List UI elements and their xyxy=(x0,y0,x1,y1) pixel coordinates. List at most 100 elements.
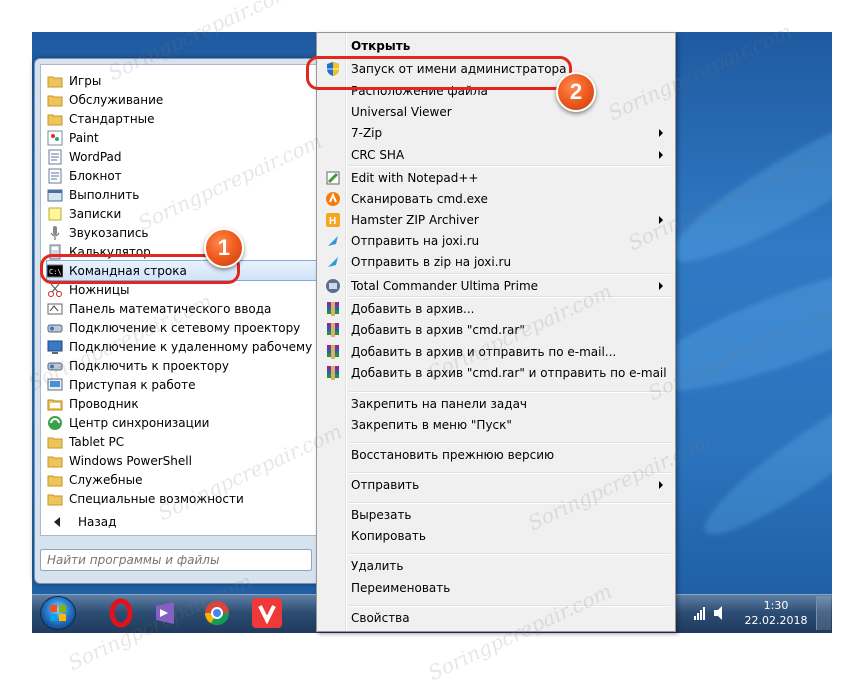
context-menu-label: Edit with Notepad++ xyxy=(351,171,479,185)
callout-badge-1: 1 xyxy=(204,228,244,268)
joxi-icon xyxy=(325,233,341,249)
context-menu-item[interactable]: Копировать xyxy=(319,525,673,547)
search-input[interactable] xyxy=(40,549,312,571)
tray-icons xyxy=(694,606,722,620)
context-menu-label: Отправить xyxy=(351,478,420,492)
context-menu-label: Вырезать xyxy=(351,508,412,522)
program-item[interactable]: Подключение к удаленному рабочему столу xyxy=(47,337,317,356)
taskbar-app[interactable] xyxy=(150,598,180,628)
paint-icon xyxy=(47,130,63,146)
context-menu-item[interactable]: Удалить xyxy=(319,555,673,577)
program-item[interactable]: Выполнить xyxy=(47,185,317,204)
folder-icon xyxy=(47,472,63,488)
context-menu-item[interactable]: Edit with Notepad++ xyxy=(319,167,673,189)
context-menu-label: Добавить в архив "cmd.rar" и отправить п… xyxy=(351,366,667,380)
sticky-notes-icon xyxy=(47,206,63,222)
program-item[interactable]: Проводник xyxy=(47,394,317,413)
program-item[interactable]: Подключить к проектору xyxy=(47,356,317,375)
program-item[interactable]: Служебные xyxy=(47,470,317,489)
program-item[interactable]: Игры xyxy=(47,71,317,90)
program-item[interactable]: Обслуживание xyxy=(47,90,317,109)
program-label: Подключение к удаленному рабочему столу xyxy=(69,339,317,354)
context-menu-item[interactable]: Добавить в архив "cmd.rar" xyxy=(319,319,673,341)
taskbar-app[interactable] xyxy=(202,598,232,628)
program-label: Обслуживание xyxy=(69,92,164,107)
program-item[interactable]: WordPad xyxy=(47,147,317,166)
context-menu-label: Universal Viewer xyxy=(351,105,452,119)
winrar-icon xyxy=(325,365,341,381)
context-menu-item[interactable]: Переименовать xyxy=(319,577,673,599)
context-menu-item[interactable]: Отправить xyxy=(319,474,673,496)
program-item[interactable]: Звукозапись xyxy=(47,223,317,242)
show-desktop-button[interactable] xyxy=(816,596,831,630)
start-button[interactable] xyxy=(40,596,76,630)
context-menu-item[interactable]: Universal Viewer xyxy=(319,101,673,123)
math-input-icon xyxy=(47,301,63,317)
winrar-icon xyxy=(325,322,341,338)
program-item[interactable]: Центр синхронизации xyxy=(47,413,317,432)
program-label: Paint xyxy=(69,130,99,145)
taskbar-app[interactable] xyxy=(106,598,136,628)
context-menu-item[interactable]: Восстановить прежнюю версию xyxy=(319,444,673,466)
context-menu-item[interactable]: Total Commander Ultima Prime xyxy=(319,275,673,297)
program-label: Проводник xyxy=(69,396,139,411)
avast-icon xyxy=(325,191,341,207)
program-label: Записки xyxy=(69,206,122,221)
wordpad-icon xyxy=(47,149,63,165)
context-menu-item[interactable]: Закрепить в меню "Пуск" xyxy=(319,414,673,436)
context-menu-item[interactable]: CRC SHA xyxy=(319,144,673,166)
winrar-icon xyxy=(325,301,341,317)
program-item[interactable]: Специальные возможности xyxy=(47,489,317,508)
program-item[interactable]: Записки xyxy=(47,204,317,223)
network-projector-icon xyxy=(47,320,63,336)
total-commander-icon xyxy=(325,278,341,294)
program-item[interactable]: Панель математического ввода xyxy=(47,299,317,318)
opera-icon xyxy=(109,598,133,628)
folder-icon xyxy=(47,491,63,507)
submenu-arrow-icon xyxy=(659,129,663,137)
context-menu-item[interactable]: H Hamster ZIP Archiver xyxy=(319,209,673,231)
program-label: Подключить к проектору xyxy=(69,358,229,373)
context-menu-item[interactable]: 7-Zip xyxy=(319,122,673,144)
context-menu-label: Восстановить прежнюю версию xyxy=(351,448,555,462)
program-item[interactable]: Paint xyxy=(47,128,317,147)
program-item[interactable]: Подключение к сетевому проектору xyxy=(47,318,317,337)
context-menu-label: Свойства xyxy=(351,611,410,625)
program-label: Панель математического ввода xyxy=(69,301,272,316)
chrome-icon xyxy=(205,601,229,626)
program-item[interactable]: Приступая к работе xyxy=(47,375,317,394)
program-item[interactable]: Стандартные xyxy=(47,109,317,128)
context-menu-label: Сканировать cmd.exe xyxy=(351,192,488,206)
system-tray xyxy=(686,598,736,628)
context-menu-item[interactable]: Добавить в архив "cmd.rar" и отправить п… xyxy=(319,362,673,384)
clock[interactable]: 1:30 22.02.2018 xyxy=(740,598,812,628)
context-menu-item[interactable]: Открыть xyxy=(319,35,673,57)
svg-text:H: H xyxy=(329,216,336,227)
program-item[interactable]: Tablet PC xyxy=(47,432,317,451)
program-label: Стандартные xyxy=(69,111,155,126)
context-menu-item[interactable]: Вырезать xyxy=(319,504,673,526)
context-menu-item[interactable]: Добавить в архив и отправить по e-mail..… xyxy=(319,341,673,363)
program-item[interactable]: Windows PowerShell xyxy=(47,451,317,470)
back-button[interactable]: Назад xyxy=(44,512,314,532)
context-menu-label: Закрепить в меню "Пуск" xyxy=(351,418,512,432)
context-menu-item[interactable]: Отправить на joxi.ru xyxy=(319,230,673,252)
context-menu-label: Закрепить на панели задач xyxy=(351,397,528,411)
submenu-arrow-icon xyxy=(659,151,663,159)
taskbar-app[interactable] xyxy=(252,598,282,628)
program-label: Выполнить xyxy=(69,187,140,202)
program-label: Подключение к сетевому проектору xyxy=(69,320,301,335)
context-menu-item[interactable]: Свойства xyxy=(319,607,673,629)
program-label: Игры xyxy=(69,73,102,88)
back-label: Назад xyxy=(78,515,117,529)
highlight-ring-run-as-admin xyxy=(306,56,572,90)
context-menu-item[interactable]: Сканировать cmd.exe xyxy=(319,188,673,210)
context-menu-item[interactable]: Отправить в zip на joxi.ru xyxy=(319,251,673,273)
visual-studio-icon xyxy=(156,602,174,624)
explorer-icon xyxy=(47,396,63,412)
context-menu-item[interactable]: Добавить в архив... xyxy=(319,298,673,320)
context-menu-item[interactable]: Закрепить на панели задач xyxy=(319,393,673,415)
projector-icon xyxy=(47,358,63,374)
program-item[interactable]: Блокнот xyxy=(47,166,317,185)
program-label: Центр синхронизации xyxy=(69,415,210,430)
